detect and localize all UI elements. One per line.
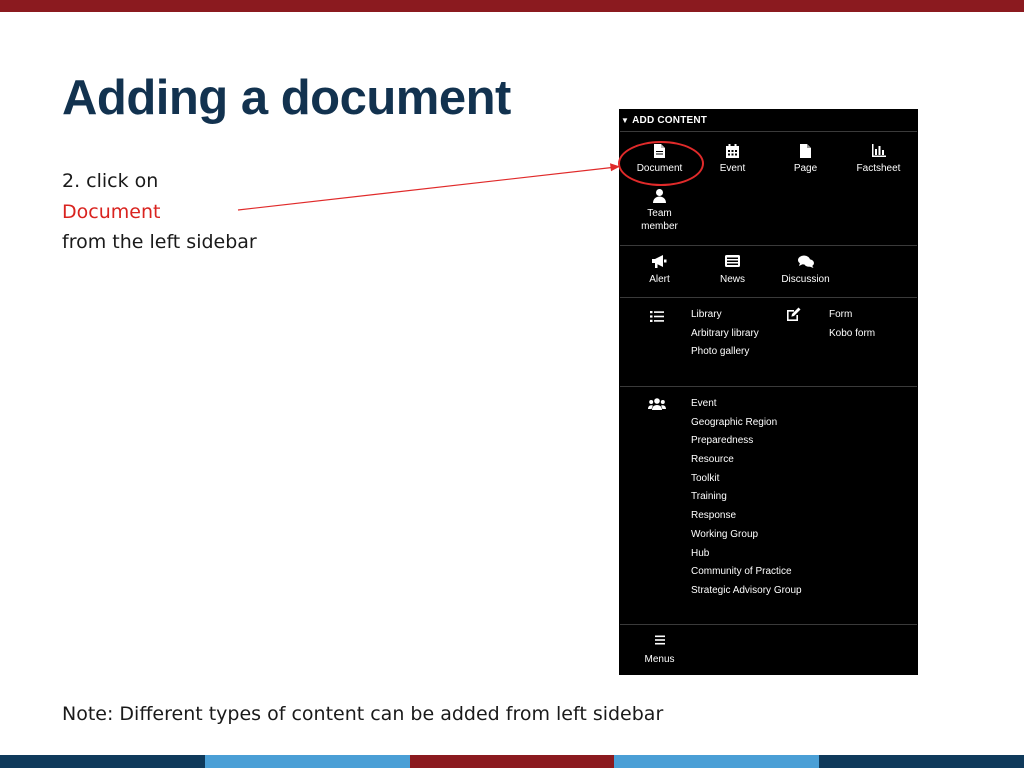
divider	[620, 386, 917, 387]
list-item-preparedness[interactable]: Preparedness	[691, 432, 802, 451]
tile-menus[interactable]: Menus	[623, 635, 696, 666]
tile-menus-label: Menus	[644, 654, 675, 665]
bottom-accent-bar	[0, 755, 1024, 768]
list-item-geographic-region[interactable]: Geographic Region	[691, 414, 802, 433]
instruction-step: 2. click on	[62, 170, 159, 192]
users-icon	[648, 397, 666, 415]
tile-event[interactable]: Event	[696, 144, 769, 175]
document-icon	[623, 144, 696, 158]
tile-event-label: Event	[719, 163, 746, 174]
tile-alert[interactable]: Alert	[623, 255, 696, 286]
list-item-toolkit[interactable]: Toolkit	[691, 470, 802, 489]
tile-factsheet[interactable]: Factsheet	[842, 144, 915, 175]
megaphone-icon	[623, 255, 696, 269]
tile-team-member[interactable]: Team member	[623, 189, 696, 233]
triangle-down-icon: ▼	[621, 115, 630, 125]
list-item-library[interactable]: Library	[691, 306, 759, 325]
tile-discussion-label: Discussion	[781, 274, 830, 285]
bottom-bar-segment	[614, 755, 820, 768]
tile-team-label-2: member	[641, 221, 678, 232]
slide-title: Adding a document	[62, 71, 511, 125]
newspaper-icon	[696, 255, 769, 269]
list-item-working-group[interactable]: Working Group	[691, 526, 802, 545]
calendar-icon	[696, 144, 769, 158]
add-content-header-label: ADD CONTENT	[632, 114, 708, 126]
page-icon	[769, 144, 842, 158]
list-item-photo-gallery[interactable]: Photo gallery	[691, 343, 759, 362]
form-list: Form Kobo form	[829, 306, 875, 343]
bottom-bar-segment	[409, 755, 615, 768]
list-item-training[interactable]: Training	[691, 488, 802, 507]
list-item-event[interactable]: Event	[691, 395, 802, 414]
list-icon	[650, 309, 664, 327]
divider	[620, 297, 917, 298]
top-accent-bar	[0, 0, 1024, 12]
list-item-community-of-practice[interactable]: Community of Practice	[691, 563, 802, 582]
bottom-bar-segment	[0, 755, 205, 768]
instruction-location: from the left sidebar	[62, 231, 257, 253]
list-item-strategic-advisory-group[interactable]: Strategic Advisory Group	[691, 582, 802, 601]
instruction-highlight: Document	[62, 200, 161, 223]
divider	[620, 624, 917, 625]
list-item-hub[interactable]: Hub	[691, 545, 802, 564]
add-content-panel: ▼ ADD CONTENT Document Event Page Factsh…	[619, 109, 918, 675]
list-item-response[interactable]: Response	[691, 507, 802, 526]
tile-page-label: Page	[793, 163, 818, 174]
bottom-bar-segment	[819, 755, 1024, 768]
tile-page[interactable]: Page	[769, 144, 842, 175]
list-item-kobo-form[interactable]: Kobo form	[829, 325, 875, 344]
divider	[620, 245, 917, 246]
tile-discussion[interactable]: Discussion	[769, 255, 842, 286]
comments-icon	[769, 255, 842, 269]
edit-icon	[786, 307, 801, 326]
person-icon	[623, 189, 696, 203]
tile-news[interactable]: News	[696, 255, 769, 286]
bar-chart-icon	[842, 144, 915, 158]
divider	[620, 131, 917, 132]
tile-team-label-1: Team	[647, 208, 672, 219]
group-list: Event Geographic Region Preparedness Res…	[691, 395, 802, 601]
tile-factsheet-label: Factsheet	[856, 163, 901, 174]
tile-document[interactable]: Document	[623, 144, 696, 175]
tile-alert-label: Alert	[649, 274, 670, 285]
footer-note: Note: Different types of content can be …	[62, 703, 664, 725]
bottom-bar-segment	[204, 755, 410, 768]
tile-news-label: News	[719, 274, 745, 285]
tile-document-label: Document	[636, 163, 683, 174]
list-item-resource[interactable]: Resource	[691, 451, 802, 470]
library-list: Library Arbitrary library Photo gallery	[691, 306, 759, 362]
list-item-form[interactable]: Form	[829, 306, 875, 325]
list-item-arbitrary-library[interactable]: Arbitrary library	[691, 325, 759, 344]
instructions: 2. click on Document from the left sideb…	[62, 166, 257, 258]
hamburger-icon	[623, 635, 696, 649]
add-content-header[interactable]: ▼ ADD CONTENT	[619, 109, 918, 131]
